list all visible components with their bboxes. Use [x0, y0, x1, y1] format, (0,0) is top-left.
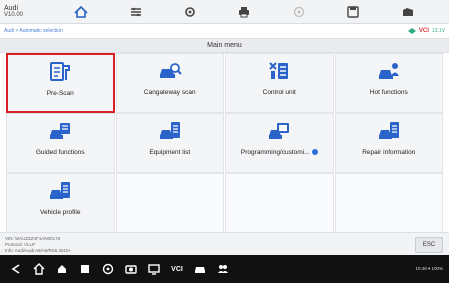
screen-icon[interactable]	[148, 263, 160, 275]
tile-label: Vehicle profile	[40, 209, 81, 216]
car-person-icon	[378, 63, 399, 79]
tile-pre-scan[interactable]: Pre-Scan	[6, 53, 115, 113]
tile-empty	[115, 173, 224, 233]
settings-icon[interactable]	[180, 4, 200, 20]
vehicle-info-footer: VIN: WAUZZZ4F1AN00178 Protocol: VLLP Inf…	[0, 232, 449, 255]
car-shortcut-icon[interactable]	[126, 4, 146, 20]
car-programming-icon	[269, 123, 290, 139]
vehicle-make: Audi	[4, 4, 19, 12]
tile-label-text: Programming/customi...	[240, 149, 310, 156]
tile-label: Guided functions	[35, 149, 85, 156]
menu-icon[interactable]	[79, 263, 91, 275]
info-line: Info: Audi/Audi A6/A6/RS6 2010+	[5, 248, 72, 253]
car-list-icon	[159, 122, 180, 139]
page-title: Main menu	[0, 38, 449, 53]
tile-hot-functions[interactable]: Hot functions	[334, 53, 443, 113]
tile-label: Control unit	[262, 89, 296, 96]
home-icon[interactable]	[71, 4, 91, 20]
breadcrumb[interactable]: Audi > Automatic selection	[0, 28, 408, 34]
info-icon[interactable]	[311, 149, 318, 156]
back-icon[interactable]	[10, 263, 22, 275]
tile-cangateway-scan[interactable]: Cangateway scan	[115, 53, 224, 113]
car-info-icon	[378, 122, 399, 139]
tile-control-unit[interactable]: Control unit	[225, 53, 334, 113]
esc-button[interactable]: ESC	[415, 237, 443, 253]
tile-programming[interactable]: Programming/customi...	[225, 113, 334, 173]
tile-label: Equipment list	[149, 149, 191, 156]
android-nav-bar: VCI 10:48 ▾ 100%	[0, 255, 449, 283]
car-guide-icon	[50, 123, 71, 139]
tile-empty	[334, 173, 443, 233]
tile-label: Cangateway scan	[143, 89, 196, 96]
tile-label: Hot functions	[369, 89, 408, 96]
data-icon[interactable]	[398, 4, 418, 20]
car-search-icon	[159, 63, 182, 78]
tile-guided-functions[interactable]: Guided functions	[6, 113, 115, 173]
tile-label: Repair information	[362, 149, 416, 156]
clock-icon[interactable]	[102, 263, 114, 275]
breadcrumb-bar: Audi > Automatic selection VCI 13.1V	[0, 24, 449, 37]
control-unit-icon	[269, 62, 289, 79]
vehicle-version: V10.00	[4, 11, 24, 18]
document-wrench-icon	[50, 62, 71, 81]
camera-icon[interactable]	[125, 263, 137, 275]
tile-empty	[225, 173, 334, 233]
vci-icon[interactable]: VCI	[171, 263, 183, 275]
connection-icon	[407, 27, 416, 34]
tile-label: Pre-Scan	[46, 90, 74, 97]
print-icon[interactable]	[234, 4, 254, 20]
tile-repair-information[interactable]: Repair information	[334, 113, 443, 173]
system-status: 10:48 ▾ 100%	[415, 266, 443, 271]
car-profile-icon	[50, 182, 71, 199]
car-icon[interactable]	[194, 263, 206, 275]
overview-icon[interactable]	[56, 263, 68, 275]
save-icon[interactable]	[343, 4, 363, 20]
tile-equipment-list[interactable]: Equipment list	[115, 113, 224, 173]
tile-vehicle-profile[interactable]: Vehicle profile	[6, 173, 115, 233]
help-icon[interactable]	[289, 4, 309, 20]
tile-label: Programming/customi...	[241, 149, 318, 156]
home-icon[interactable]	[33, 263, 45, 275]
vci-status: VCI	[418, 27, 429, 34]
status-indicators: VCI 13.1V	[407, 27, 449, 34]
top-toolbar: Audi V10.00	[0, 0, 449, 24]
vci-label: VCI	[171, 265, 183, 273]
vehicle-info: Audi V10.00	[0, 5, 54, 19]
function-grid: Pre-Scan Cangateway scan Control unit Ho…	[6, 53, 443, 233]
battery-voltage: 13.1V	[431, 27, 445, 34]
people-icon[interactable]	[217, 263, 229, 275]
